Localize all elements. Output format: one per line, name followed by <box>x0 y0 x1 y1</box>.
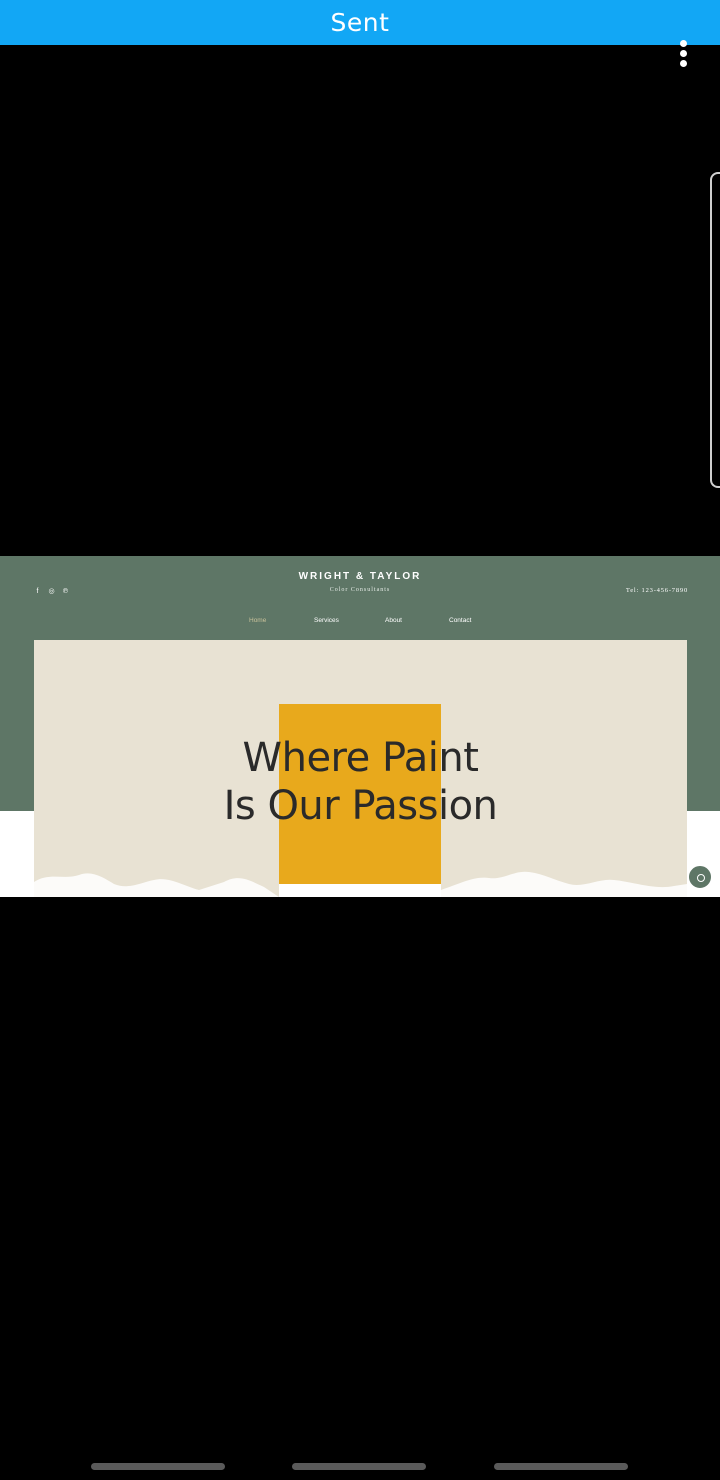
nav-services[interactable]: Services <box>314 617 339 624</box>
brush-texture <box>34 871 687 897</box>
headline-line-1: Where Paint <box>242 735 479 781</box>
more-options-icon[interactable] <box>678 40 688 67</box>
edge-panel-handle[interactable] <box>710 172 720 488</box>
site-phone: Tel: 123-456-7890 <box>625 587 688 594</box>
nav-handle-center <box>292 1463 426 1470</box>
nav-contact[interactable]: Contact <box>449 617 471 624</box>
site-brand-name[interactable]: WRIGHT & TAYLOR <box>0 571 720 582</box>
chat-icon[interactable] <box>687 864 713 890</box>
website-screenshot: f ◎ ℗ WRIGHT & TAYLOR Color Consultants … <box>0 556 720 897</box>
top-app-bar: Sent <box>0 0 720 45</box>
app-bar-title: Sent <box>330 8 390 37</box>
hero-section: Where Paint Is Our Passion <box>34 640 687 897</box>
site-tagline: Color Consultants <box>329 587 391 593</box>
hero-headline: Where Paint Is Our Passion <box>34 734 687 830</box>
nav-handle-left <box>91 1463 225 1470</box>
nav-about[interactable]: About <box>385 617 402 624</box>
nav-home[interactable]: Home <box>249 617 266 624</box>
nav-handle-right <box>494 1463 628 1470</box>
headline-line-2: Is Our Passion <box>223 783 498 829</box>
